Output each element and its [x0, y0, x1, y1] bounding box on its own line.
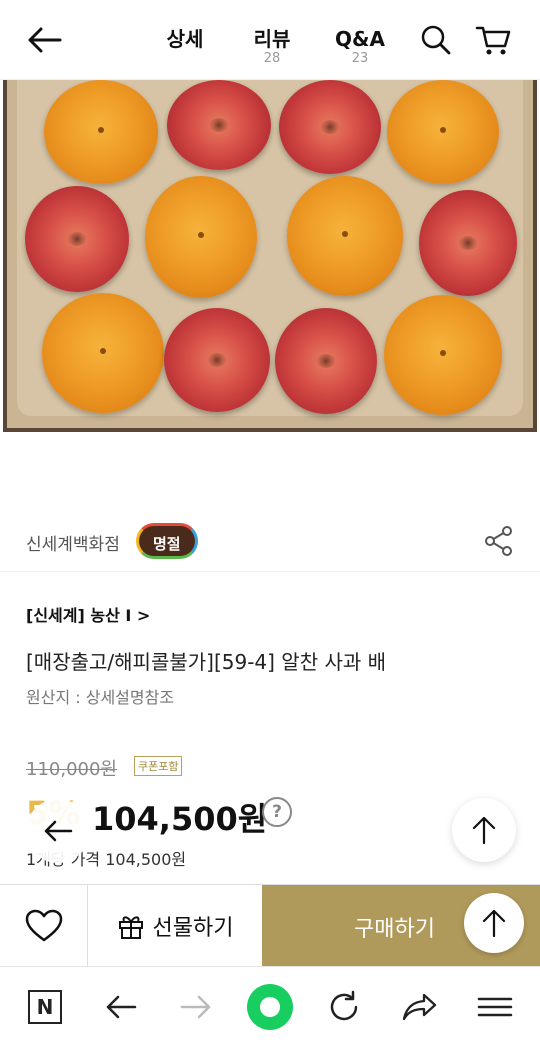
share-page-button[interactable] — [396, 983, 444, 1031]
tab-review[interactable]: 리뷰 28 — [245, 26, 299, 65]
browser-back-icon — [106, 995, 137, 1019]
arrow-up-icon — [472, 816, 496, 845]
wishlist-button[interactable] — [0, 885, 88, 967]
share-icon — [485, 526, 512, 556]
browser-forward-icon — [180, 995, 211, 1019]
tab-detail[interactable]: 상세 — [160, 26, 210, 52]
pear — [145, 176, 257, 298]
apple — [279, 80, 381, 174]
tab-detail-label: 상세 — [166, 27, 204, 51]
floating-back-button[interactable] — [26, 799, 90, 863]
cart-button[interactable] — [474, 22, 518, 62]
store-badge: 명절 — [136, 523, 198, 559]
buy-button[interactable]: 구매하기 — [262, 885, 540, 967]
share-arrow-icon — [402, 993, 437, 1021]
back-arrow-icon — [44, 820, 73, 842]
gift-label: 선물하기 — [152, 916, 234, 941]
share-button[interactable] — [482, 524, 516, 558]
gift-button[interactable]: 선물하기 — [88, 885, 262, 967]
buy-label: 구매하기 — [354, 917, 435, 942]
back-arrow-icon — [28, 27, 62, 53]
tab-qa[interactable]: Q&A 23 — [332, 26, 388, 65]
tab-qa-label: Q&A — [335, 27, 385, 51]
tab-review-label: 리뷰 — [253, 27, 291, 51]
store-name[interactable]: 신세계백화점 — [26, 530, 120, 555]
tab-qa-count: 23 — [351, 51, 369, 66]
original-price: 110,000원 — [26, 759, 117, 780]
green-dot-button[interactable] — [246, 983, 294, 1031]
price-help-button[interactable]: ? — [262, 797, 292, 827]
browser-back-button[interactable] — [97, 983, 145, 1031]
pear — [44, 80, 158, 184]
purchase-bar: 선물하기 구매하기 — [0, 884, 540, 967]
pear — [387, 80, 499, 184]
menu-button[interactable] — [471, 983, 519, 1031]
refresh-button[interactable] — [320, 983, 368, 1031]
search-icon — [421, 25, 451, 55]
product-image — [0, 80, 540, 440]
apple — [25, 186, 129, 292]
cart-icon — [475, 26, 511, 55]
naver-home-button[interactable]: N — [21, 983, 69, 1031]
pear — [42, 293, 164, 413]
origin-info: 원산지 : 상세설명참조 — [26, 688, 175, 707]
apple — [164, 308, 270, 412]
sale-price: 104,500원 — [92, 800, 268, 838]
apple — [275, 308, 377, 414]
home-green-icon — [247, 984, 293, 1030]
fruit-tray — [3, 80, 537, 432]
search-button[interactable] — [418, 22, 458, 62]
top-header: 상세 리뷰 28 Q&A 23 — [0, 0, 540, 80]
buy-scroll-top-button[interactable] — [464, 893, 524, 953]
apple — [419, 190, 517, 296]
coupon-badge: 쿠폰포함 — [134, 756, 183, 776]
product-title: [매장출고/해피콜불가][59-4] 알찬 사과 배 — [26, 650, 387, 674]
brand-link[interactable]: [신세계] 농산 I > — [26, 602, 150, 626]
pear — [384, 295, 502, 415]
back-button[interactable] — [22, 20, 66, 60]
menu-icon — [477, 997, 513, 1017]
pear — [287, 176, 403, 296]
naver-n-icon: N — [28, 990, 62, 1024]
browser-toolbar: N — [0, 966, 540, 1045]
arrow-up-icon — [482, 909, 506, 938]
heart-icon — [25, 909, 62, 942]
apple — [167, 80, 271, 170]
scroll-top-button[interactable] — [452, 798, 516, 862]
store-row: 신세계백화점 명절 — [0, 520, 540, 572]
refresh-icon — [330, 990, 358, 1021]
browser-forward-button[interactable] — [172, 983, 220, 1031]
tab-review-count: 28 — [263, 51, 281, 66]
gift-icon — [118, 916, 143, 939]
